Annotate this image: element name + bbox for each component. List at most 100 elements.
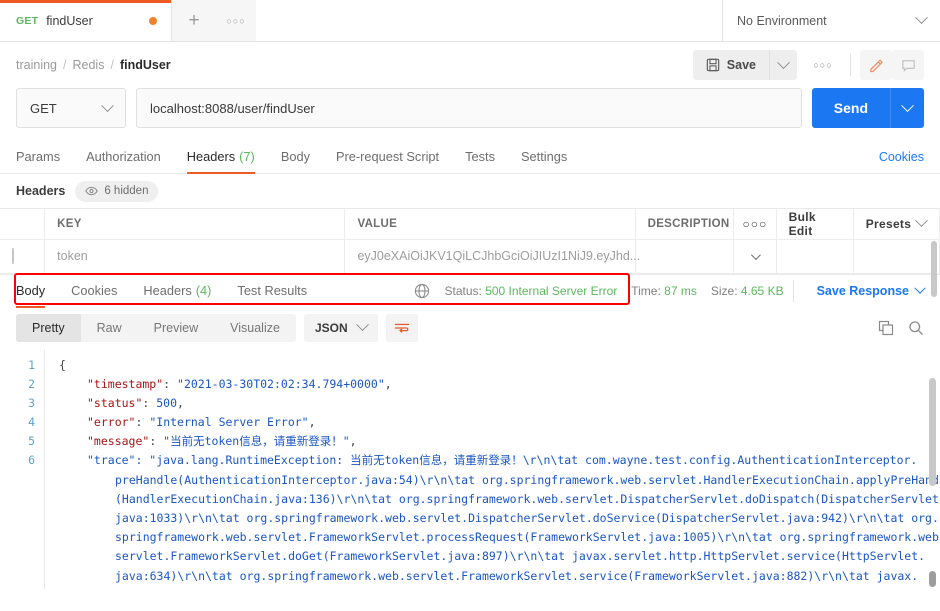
column-header-value: VALUE	[344, 209, 636, 240]
request-tab-finduser[interactable]: GET findUser	[0, 0, 172, 41]
comment-button[interactable]	[892, 50, 924, 80]
row-spacer-cell	[776, 239, 854, 274]
status-label: Status:	[444, 283, 482, 298]
copy-icon	[878, 320, 894, 335]
line-number: 2	[28, 376, 35, 391]
row-checkbox[interactable]	[12, 248, 14, 264]
code-line-error: "error": "Internal Server Error",	[87, 415, 316, 430]
header-key-input[interactable]: token	[44, 239, 346, 274]
breadcrumb-item-folder[interactable]: Redis	[72, 58, 104, 72]
hidden-headers-toggle[interactable]: 6 hidden	[75, 180, 159, 202]
code-line-trace-5: servlet.FrameworkServlet.doGet(Framework…	[59, 547, 940, 566]
breadcrumb-row: training / Redis / findUser Save	[0, 42, 940, 88]
row-expand-button[interactable]	[733, 239, 777, 274]
time-group: Time: 87 ms	[631, 284, 697, 298]
view-mode-raw[interactable]: Raw	[81, 314, 138, 342]
response-tab-body[interactable]: Body	[16, 274, 46, 308]
bulk-edit-button[interactable]: Bulk Edit	[776, 209, 854, 240]
view-mode-visualize[interactable]: Visualize	[214, 314, 296, 342]
code-scrollbar-thumb[interactable]	[929, 570, 936, 587]
http-method-selector[interactable]: GET	[16, 88, 126, 128]
save-response-button[interactable]: Save Response	[816, 282, 926, 298]
url-row: GET localhost:8088/user/findUser Send	[0, 88, 940, 140]
presets-label: Presets	[865, 216, 912, 231]
environment-selector[interactable]: No Environment	[722, 0, 940, 41]
header-description-input[interactable]	[635, 239, 735, 274]
trace-line: springframework.web.servlet.FrameworkSer…	[115, 530, 940, 545]
column-header-key: KEY	[44, 209, 346, 240]
tab-label: Body	[280, 149, 310, 164]
response-tab-test-results[interactable]: Test Results	[237, 274, 307, 308]
save-button-label: Save	[726, 58, 756, 72]
time-value: 87 ms	[664, 283, 697, 298]
save-options-button[interactable]	[769, 50, 797, 80]
response-toolbar-actions	[878, 320, 924, 336]
tab-tests[interactable]: Tests	[465, 140, 495, 174]
environment-label: No Environment	[737, 13, 827, 28]
code-line-message: "message": "当前无token信息，请重新登录！",	[87, 434, 357, 449]
new-tab-button[interactable]: +	[172, 0, 216, 41]
tab-body[interactable]: Body	[281, 140, 310, 174]
send-options-button[interactable]	[890, 88, 924, 128]
line-number: 4	[28, 415, 35, 430]
json-value-status: 500	[156, 395, 178, 410]
header-value-input[interactable]: eyJ0eXAiOiJKV1QiLCJhbGciOiJIUzI1NiJ9.eyJ…	[344, 239, 640, 274]
tab-label: Cookies	[71, 283, 118, 298]
postman-window: GET findUser + No Environment training /…	[0, 0, 940, 611]
json-value-error: Internal Server Error	[156, 415, 302, 430]
tab-bar-spacer	[256, 0, 722, 42]
headers-table-scrollbar[interactable]	[931, 241, 937, 297]
table-options-button[interactable]	[733, 209, 777, 240]
response-format-selector[interactable]: JSON	[303, 313, 378, 342]
chevron-down-icon	[355, 318, 369, 332]
headers-table: KEY VALUE DESCRIPTION Bulk Edit Presets	[0, 209, 940, 274]
presets-button[interactable]: Presets	[853, 209, 940, 240]
code-line-status: "status": 500,	[87, 395, 184, 410]
json-value-timestamp: 2021-03-30T02:02:34.794+0000	[183, 376, 378, 391]
send-button[interactable]: Send	[811, 88, 924, 128]
request-more-options-button[interactable]	[805, 50, 841, 80]
tab-settings[interactable]: Settings	[521, 140, 567, 174]
save-button[interactable]: Save	[692, 50, 769, 80]
breadcrumb-item-collection[interactable]: training	[16, 58, 57, 72]
table-header-row: KEY VALUE DESCRIPTION Bulk Edit Presets	[0, 209, 940, 240]
code-scrollbar[interactable]	[929, 377, 936, 486]
row-checkbox-cell[interactable]	[0, 239, 46, 274]
search-button[interactable]	[908, 320, 924, 336]
response-tab-cookies[interactable]: Cookies	[71, 274, 117, 308]
response-bar: Body Cookies Headers (4) Test Results St…	[0, 273, 940, 308]
headers-title: Headers	[16, 184, 66, 198]
request-tabs: Params Authorization Headers (7) Body Pr…	[0, 140, 940, 174]
edit-request-button[interactable]	[860, 50, 892, 80]
json-value-message: 当前无token信息，请重新登录！	[170, 434, 343, 449]
url-input[interactable]: localhost:8088/user/findUser	[136, 88, 802, 128]
code-line-trace-1: preHandle(AuthenticationInterceptor.java…	[59, 471, 940, 490]
word-wrap-button[interactable]	[385, 313, 418, 342]
unsaved-dot-icon	[149, 16, 157, 25]
tab-authorization[interactable]: Authorization	[86, 140, 161, 174]
code-line-brace: {	[59, 357, 66, 372]
hidden-headers-label: 6 hidden	[104, 185, 149, 197]
chevron-down-icon	[901, 98, 914, 112]
save-response-label: Save Response	[816, 283, 909, 298]
response-body-code-view[interactable]: 1 2 3 4 5 6 { "timestamp": "2021-03-30T0…	[0, 349, 940, 589]
view-mode-pretty[interactable]: Pretty	[16, 313, 81, 342]
tab-headers[interactable]: Headers (7)	[186, 140, 255, 174]
tab-options-button[interactable]	[216, 0, 256, 41]
trace-line: preHandle(AuthenticationInterceptor.java…	[115, 472, 940, 487]
tab-method-label: GET	[16, 14, 39, 27]
status-value: 500 Internal Server Error	[485, 283, 618, 298]
tab-bar: GET findUser + No Environment	[0, 0, 940, 42]
tab-pre-request-script[interactable]: Pre-request Script	[336, 140, 439, 174]
table-row[interactable]: token eyJ0eXAiOiJKV1QiLCJhbGciOiJIUzI1Ni…	[0, 239, 940, 274]
view-mode-preview[interactable]: Preview	[138, 314, 214, 342]
copy-button[interactable]	[878, 320, 894, 336]
tab-params[interactable]: Params	[16, 140, 60, 174]
tab-count: (7)	[239, 149, 255, 164]
response-meta: Status: 500 Internal Server Error Time: …	[444, 284, 783, 298]
tab-label: Pre-request Script	[335, 149, 440, 164]
response-tab-headers[interactable]: Headers (4)	[143, 274, 211, 308]
network-info-button[interactable]	[414, 283, 430, 299]
cookies-link[interactable]: Cookies	[879, 150, 924, 164]
response-tabs: Body Cookies Headers (4) Test Results	[16, 274, 333, 308]
